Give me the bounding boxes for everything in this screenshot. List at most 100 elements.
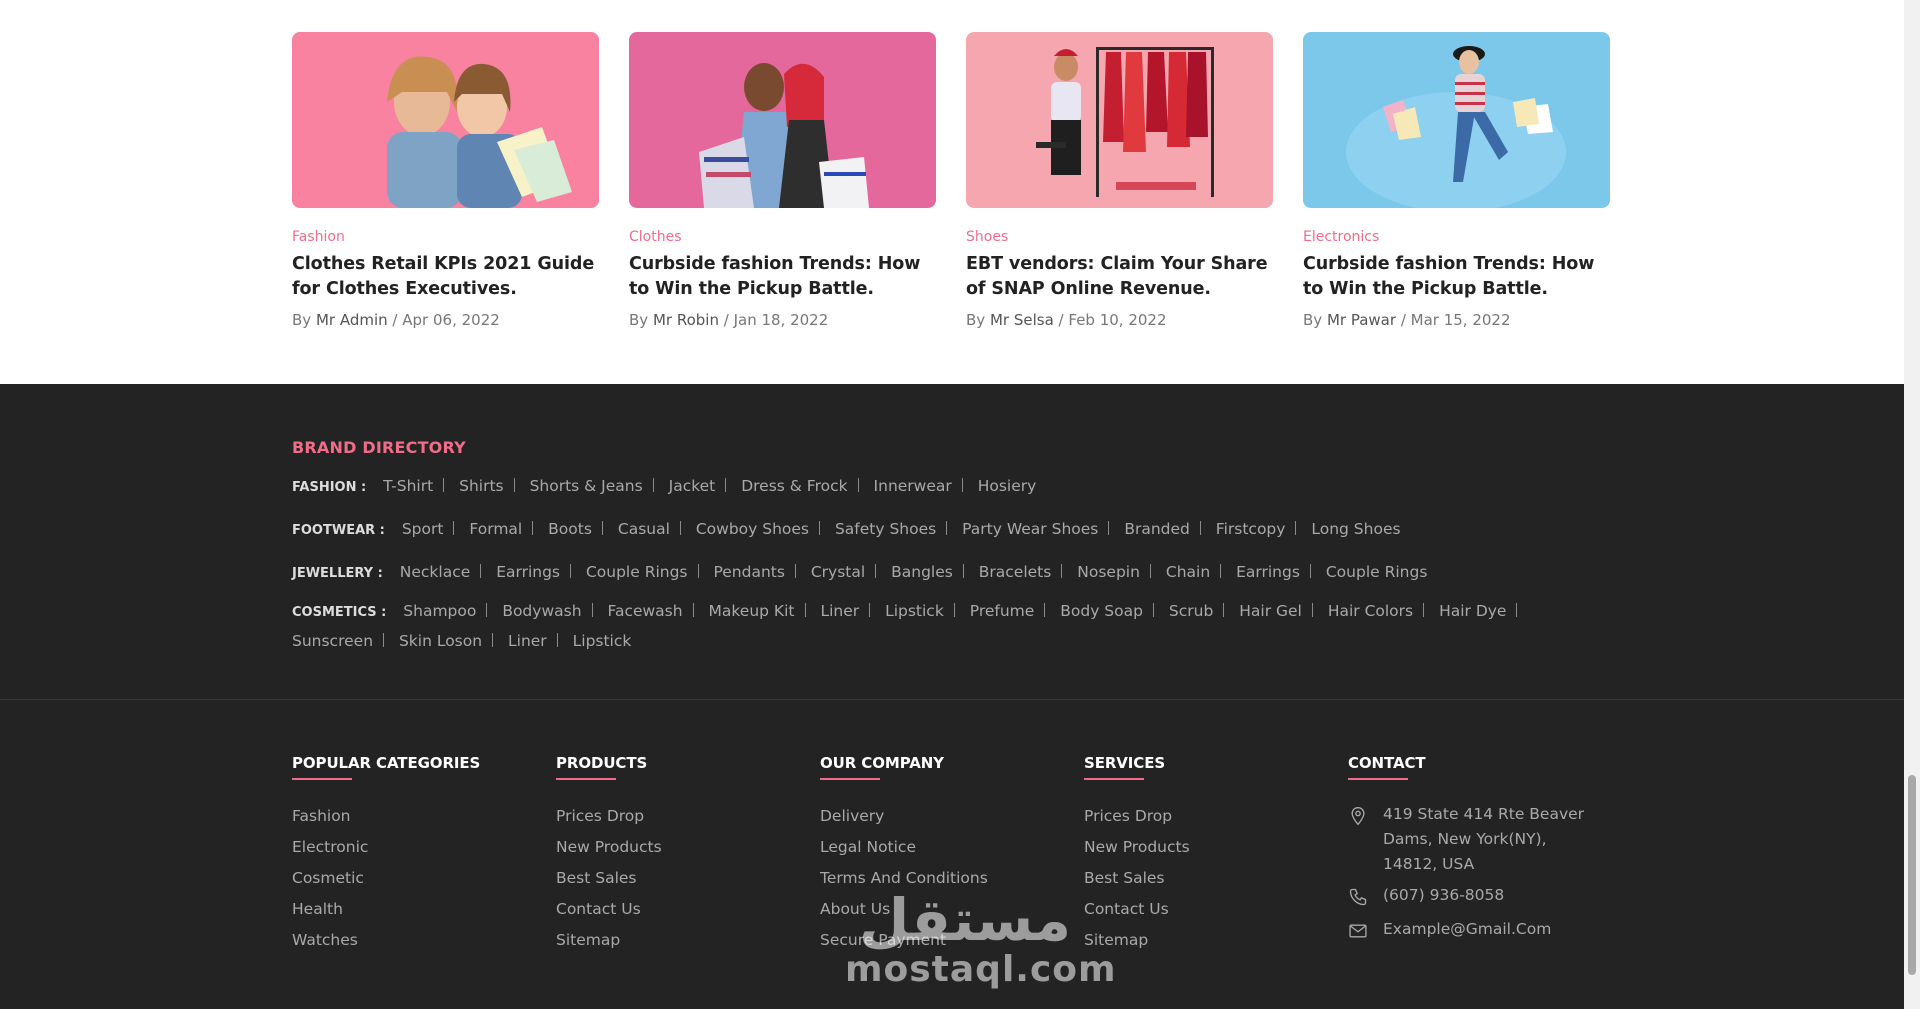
- brand-link[interactable]: Lipstick: [573, 627, 632, 655]
- page-scrollbar[interactable]: [1904, 0, 1920, 1009]
- brand-link[interactable]: Casual: [618, 517, 691, 541]
- blog-card[interactable]: Electronics Curbside fashion Trends: How…: [1303, 32, 1610, 330]
- brand-link[interactable]: Liner: [508, 627, 568, 655]
- brand-link[interactable]: Hosiery: [978, 474, 1037, 498]
- post-title[interactable]: Curbside fashion Trends: How to Win the …: [1303, 252, 1610, 302]
- contact-address: 419 State 414 Rte Beaver Dams, New York(…: [1383, 805, 1585, 873]
- brand-link[interactable]: Long Shoes: [1311, 517, 1400, 541]
- footer-link[interactable]: Cosmetic: [292, 863, 556, 894]
- footer-col-title: POPULAR CATEGORIES: [292, 754, 556, 780]
- contact-phone[interactable]: (607) 936-8058: [1383, 883, 1603, 911]
- post-author[interactable]: Mr Pawar: [1327, 311, 1396, 329]
- brand-link[interactable]: Shirts: [459, 474, 525, 498]
- post-category[interactable]: Electronics: [1303, 228, 1610, 246]
- brand-link[interactable]: Boots: [548, 517, 613, 541]
- brand-link[interactable]: Skin Loson: [399, 627, 503, 655]
- footer-link[interactable]: Contact Us: [1084, 894, 1348, 925]
- brand-link[interactable]: Safety Shoes: [835, 517, 957, 541]
- footer-link[interactable]: Fashion: [292, 801, 556, 832]
- scrollbar-thumb[interactable]: [1908, 775, 1916, 975]
- post-sep: /: [723, 311, 729, 329]
- post-title[interactable]: Clothes Retail KPIs 2021 Guide for Cloth…: [292, 252, 599, 302]
- brand-link[interactable]: Pendants: [713, 560, 805, 584]
- post-meta: By Mr Admin / Apr 06, 2022: [292, 310, 599, 330]
- blog-section: Fashion Clothes Retail KPIs 2021 Guide f…: [0, 0, 1904, 384]
- brand-link[interactable]: Earrings: [1236, 560, 1321, 584]
- post-author[interactable]: Mr Robin: [653, 311, 719, 329]
- brand-link[interactable]: Firstcopy: [1216, 517, 1307, 541]
- brand-link[interactable]: Nosepin: [1077, 560, 1161, 584]
- post-date: Jan 18, 2022: [733, 311, 829, 329]
- brand-link[interactable]: Hair Gel: [1239, 597, 1323, 625]
- phone-icon: [1348, 883, 1383, 911]
- post-category[interactable]: Clothes: [629, 228, 936, 246]
- brand-link[interactable]: Hair Colors: [1328, 597, 1434, 625]
- brand-link[interactable]: Hair Dye: [1439, 597, 1527, 625]
- brand-link[interactable]: Necklace: [400, 560, 492, 584]
- brand-link[interactable]: Chain: [1166, 560, 1231, 584]
- brand-link[interactable]: Earrings: [496, 560, 581, 584]
- post-title[interactable]: EBT vendors: Claim Your Share of SNAP On…: [966, 252, 1273, 302]
- blog-thumbnail[interactable]: [292, 32, 599, 208]
- footer-link[interactable]: Best Sales: [1084, 863, 1348, 894]
- brand-link[interactable]: Scrub: [1169, 597, 1234, 625]
- brand-link[interactable]: Prefume: [970, 597, 1056, 625]
- brand-link[interactable]: Party Wear Shoes: [962, 517, 1119, 541]
- footer-link[interactable]: Legal Notice: [820, 832, 1084, 863]
- footer-link[interactable]: Electronic: [292, 832, 556, 863]
- blog-card[interactable]: Clothes Curbside fashion Trends: How to …: [629, 32, 936, 330]
- brand-row-cosmetics: COSMETICS : Shampoo Bodywash Facewash Ma…: [292, 597, 1612, 655]
- brand-link[interactable]: Lipstick: [885, 597, 965, 625]
- brand-link[interactable]: Couple Rings: [586, 560, 709, 584]
- contact-phone-row: (607) 936-8058: [1348, 883, 1612, 911]
- blog-image-clothes-rack: [966, 32, 1273, 208]
- footer-link[interactable]: Sitemap: [556, 925, 820, 956]
- footer-link[interactable]: Prices Drop: [556, 801, 820, 832]
- brand-link[interactable]: Liner: [820, 597, 880, 625]
- watermark-latin: mostaql.com: [845, 949, 1117, 990]
- footer-link[interactable]: Watches: [292, 925, 556, 956]
- post-sep: /: [1058, 311, 1064, 329]
- post-author[interactable]: Mr Admin: [316, 311, 388, 329]
- post-category[interactable]: Shoes: [966, 228, 1273, 246]
- brand-link[interactable]: Sunscreen: [292, 627, 394, 655]
- brand-link[interactable]: Formal: [469, 517, 543, 541]
- post-category[interactable]: Fashion: [292, 228, 599, 246]
- brand-link[interactable]: Bangles: [891, 560, 974, 584]
- brand-link[interactable]: T-Shirt: [383, 474, 454, 498]
- footer-link[interactable]: Best Sales: [556, 863, 820, 894]
- footer-link[interactable]: New Products: [556, 832, 820, 863]
- brand-row-label: COSMETICS :: [292, 605, 387, 620]
- brand-link[interactable]: Sport: [402, 517, 465, 541]
- brand-link[interactable]: Makeup Kit: [709, 597, 816, 625]
- brand-link[interactable]: Cowboy Shoes: [696, 517, 830, 541]
- blog-thumbnail[interactable]: [629, 32, 936, 208]
- brand-link[interactable]: Bodywash: [502, 597, 602, 625]
- brand-link[interactable]: Bracelets: [979, 560, 1073, 584]
- brand-link[interactable]: Dress & Frock: [741, 474, 868, 498]
- brand-link[interactable]: Jacket: [669, 474, 737, 498]
- brand-link[interactable]: Shorts & Jeans: [530, 474, 664, 498]
- footer-link[interactable]: New Products: [1084, 832, 1348, 863]
- brand-link[interactable]: Shampoo: [403, 597, 497, 625]
- brand-link[interactable]: Body Soap: [1060, 597, 1164, 625]
- blog-card[interactable]: Fashion Clothes Retail KPIs 2021 Guide f…: [292, 32, 599, 330]
- brand-row-label: JEWELLERY :: [292, 566, 383, 581]
- brand-link[interactable]: Facewash: [607, 597, 703, 625]
- contact-email[interactable]: Example@Gmail.Com: [1383, 917, 1603, 945]
- post-title[interactable]: Curbside fashion Trends: How to Win the …: [629, 252, 936, 302]
- brand-link[interactable]: Crystal: [811, 560, 886, 584]
- footer-col-products: PRODUCTS Prices Drop New Products Best S…: [556, 754, 820, 956]
- post-author[interactable]: Mr Selsa: [990, 311, 1054, 329]
- brand-link[interactable]: Innerwear: [874, 474, 973, 498]
- blog-card[interactable]: Shoes EBT vendors: Claim Your Share of S…: [966, 32, 1273, 330]
- brand-link[interactable]: Branded: [1124, 517, 1211, 541]
- footer-link[interactable]: Sitemap: [1084, 925, 1348, 956]
- footer-link[interactable]: Health: [292, 894, 556, 925]
- blog-thumbnail[interactable]: [1303, 32, 1610, 208]
- brand-link[interactable]: Couple Rings: [1326, 560, 1428, 584]
- footer-link[interactable]: Contact Us: [556, 894, 820, 925]
- footer-link[interactable]: Prices Drop: [1084, 801, 1348, 832]
- footer-link[interactable]: Delivery: [820, 801, 1084, 832]
- blog-thumbnail[interactable]: [966, 32, 1273, 208]
